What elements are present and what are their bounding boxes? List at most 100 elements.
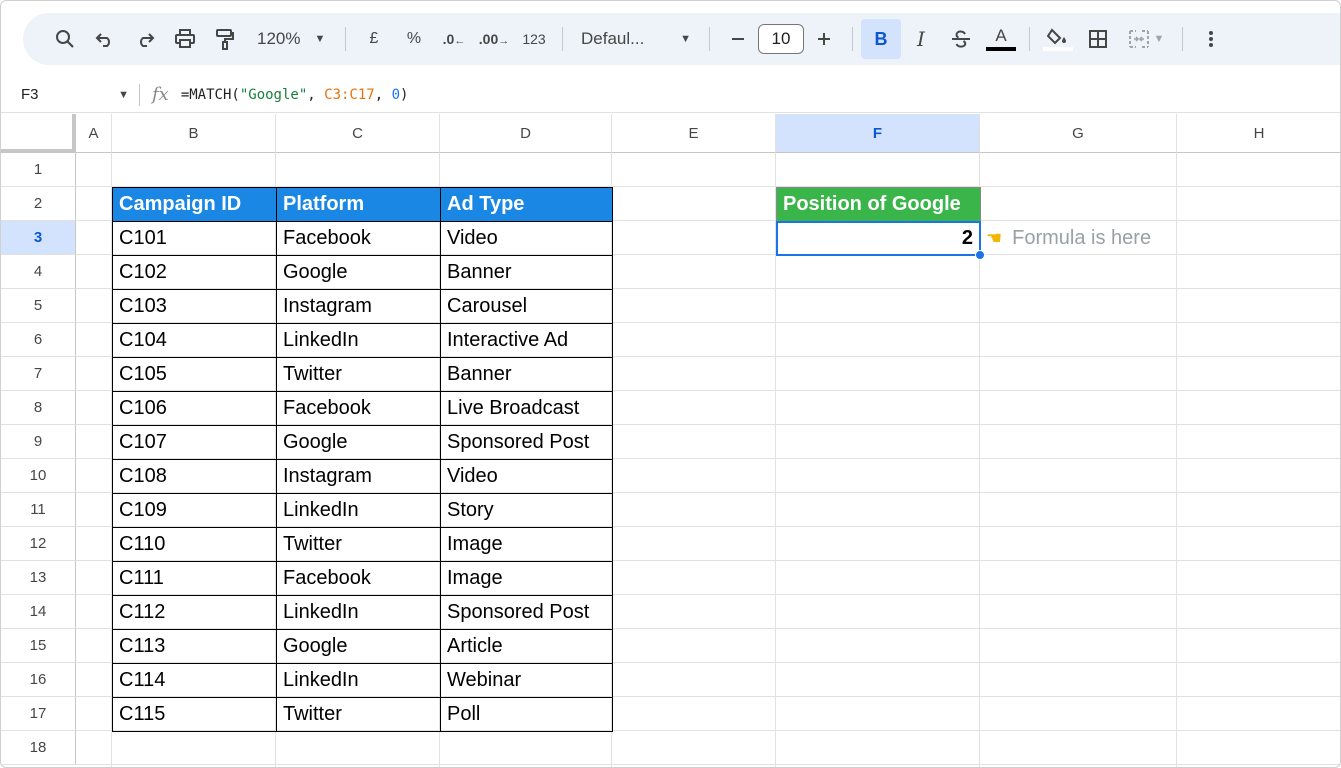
row-header-9[interactable]: 9 — [1, 425, 76, 459]
table-cell[interactable]: Banner — [440, 255, 613, 290]
format-percent-button[interactable]: % — [394, 22, 434, 56]
table-cell[interactable]: Story — [440, 493, 613, 528]
table-cell[interactable]: C107 — [112, 425, 277, 460]
table-cell[interactable]: Image — [440, 561, 613, 596]
table-cell[interactable]: C111 — [112, 561, 277, 596]
table-cell[interactable]: Image — [440, 527, 613, 562]
table-cell[interactable]: Twitter — [276, 357, 441, 392]
table-cell[interactable]: Sponsored Post — [440, 425, 613, 460]
format-currency-button[interactable]: £ — [354, 22, 394, 56]
column-header-b[interactable]: B — [112, 114, 276, 153]
result-value-cell[interactable]: 2 — [776, 221, 981, 256]
table-cell[interactable]: C101 — [112, 221, 277, 256]
column-header-a[interactable]: A — [76, 114, 112, 153]
table-cell[interactable]: LinkedIn — [276, 323, 441, 358]
row-header-11[interactable]: 11 — [1, 493, 76, 527]
table-cell[interactable]: Facebook — [276, 391, 441, 426]
table-cell[interactable]: Google — [276, 255, 441, 290]
row-header-16[interactable]: 16 — [1, 663, 76, 697]
row-header-8[interactable]: 8 — [1, 391, 76, 425]
more-formats-button[interactable]: 123 — [514, 22, 554, 56]
row-header-5[interactable]: 5 — [1, 289, 76, 323]
fill-color-button[interactable] — [1038, 22, 1078, 56]
font-size-value[interactable]: 10 — [758, 24, 804, 54]
column-header-e[interactable]: E — [612, 114, 776, 153]
undo-button[interactable] — [85, 22, 125, 56]
table-cell[interactable]: Facebook — [276, 561, 441, 596]
paint-format-button[interactable] — [205, 22, 245, 56]
table-header-cell[interactable]: Platform — [276, 187, 441, 222]
fill-handle[interactable] — [975, 250, 985, 260]
column-header-f[interactable]: F — [776, 114, 980, 153]
row-header-12[interactable]: 12 — [1, 527, 76, 561]
table-cell[interactable]: C113 — [112, 629, 277, 664]
row-header-13[interactable]: 13 — [1, 561, 76, 595]
merge-cells-button[interactable]: ▼ — [1118, 22, 1174, 56]
strikethrough-button[interactable] — [941, 22, 981, 56]
decrease-decimal-button[interactable]: .0← — [434, 22, 474, 56]
select-all-corner[interactable] — [1, 114, 76, 153]
table-cell[interactable]: C108 — [112, 459, 277, 494]
table-cell[interactable]: Interactive Ad — [440, 323, 613, 358]
search-menus-button[interactable] — [45, 22, 85, 56]
result-header-cell[interactable]: Position of Google — [776, 187, 981, 222]
column-header-c[interactable]: C — [276, 114, 440, 153]
row-header-14[interactable]: 14 — [1, 595, 76, 629]
row-header-10[interactable]: 10 — [1, 459, 76, 493]
table-cell[interactable]: Video — [440, 221, 613, 256]
table-cell[interactable]: Facebook — [276, 221, 441, 256]
table-cell[interactable]: LinkedIn — [276, 595, 441, 630]
table-cell[interactable]: C109 — [112, 493, 277, 528]
table-cell[interactable]: C105 — [112, 357, 277, 392]
column-header-d[interactable]: D — [440, 114, 612, 153]
table-cell[interactable]: C112 — [112, 595, 277, 630]
table-cell[interactable]: Google — [276, 629, 441, 664]
redo-button[interactable] — [125, 22, 165, 56]
column-header-g[interactable]: G — [980, 114, 1177, 153]
table-cell[interactable]: Twitter — [276, 697, 441, 732]
formula-input[interactable]: =MATCH("Google", C3:C17, 0) — [181, 87, 409, 103]
row-header-7[interactable]: 7 — [1, 357, 76, 391]
text-color-button[interactable]: A — [981, 22, 1021, 56]
name-box[interactable]: F3 ▼ — [1, 86, 139, 103]
row-header-1[interactable]: 1 — [1, 153, 76, 187]
table-cell[interactable]: C114 — [112, 663, 277, 698]
table-cell[interactable]: Poll — [440, 697, 613, 732]
table-cell[interactable]: Live Broadcast — [440, 391, 613, 426]
table-cell[interactable]: Instagram — [276, 289, 441, 324]
table-cell[interactable]: Twitter — [276, 527, 441, 562]
row-header-15[interactable]: 15 — [1, 629, 76, 663]
font-family-select[interactable]: Defaul... ▼ — [571, 22, 701, 56]
table-cell[interactable]: Instagram — [276, 459, 441, 494]
table-header-cell[interactable]: Ad Type — [440, 187, 613, 222]
font-size-field[interactable]: 10 — [758, 22, 804, 56]
table-cell[interactable]: Banner — [440, 357, 613, 392]
table-cell[interactable]: Google — [276, 425, 441, 460]
row-header-18[interactable]: 18 — [1, 731, 76, 765]
table-cell[interactable]: C104 — [112, 323, 277, 358]
table-cell[interactable]: Sponsored Post — [440, 595, 613, 630]
print-button[interactable] — [165, 22, 205, 56]
table-cell[interactable]: Webinar — [440, 663, 613, 698]
table-cell[interactable]: C106 — [112, 391, 277, 426]
zoom-select[interactable]: 120% ▼ — [245, 22, 337, 56]
table-cell[interactable]: C110 — [112, 527, 277, 562]
decrease-font-size-button[interactable] — [718, 22, 758, 56]
row-header-17[interactable]: 17 — [1, 697, 76, 731]
borders-button[interactable] — [1078, 22, 1118, 56]
increase-decimal-button[interactable]: .00→ — [474, 22, 514, 56]
row-header-4[interactable]: 4 — [1, 255, 76, 289]
more-options-button[interactable] — [1191, 22, 1231, 56]
increase-font-size-button[interactable] — [804, 22, 844, 56]
table-cell[interactable]: Carousel — [440, 289, 613, 324]
table-cell[interactable]: C102 — [112, 255, 277, 290]
column-header-h[interactable]: H — [1177, 114, 1340, 153]
table-cell[interactable]: Article — [440, 629, 613, 664]
row-header-2[interactable]: 2 — [1, 187, 76, 221]
table-cell[interactable]: C115 — [112, 697, 277, 732]
row-header-3[interactable]: 3 — [1, 221, 76, 255]
row-header-6[interactable]: 6 — [1, 323, 76, 357]
bold-button[interactable]: B — [861, 19, 901, 59]
table-cell[interactable]: LinkedIn — [276, 663, 441, 698]
table-cell[interactable]: LinkedIn — [276, 493, 441, 528]
